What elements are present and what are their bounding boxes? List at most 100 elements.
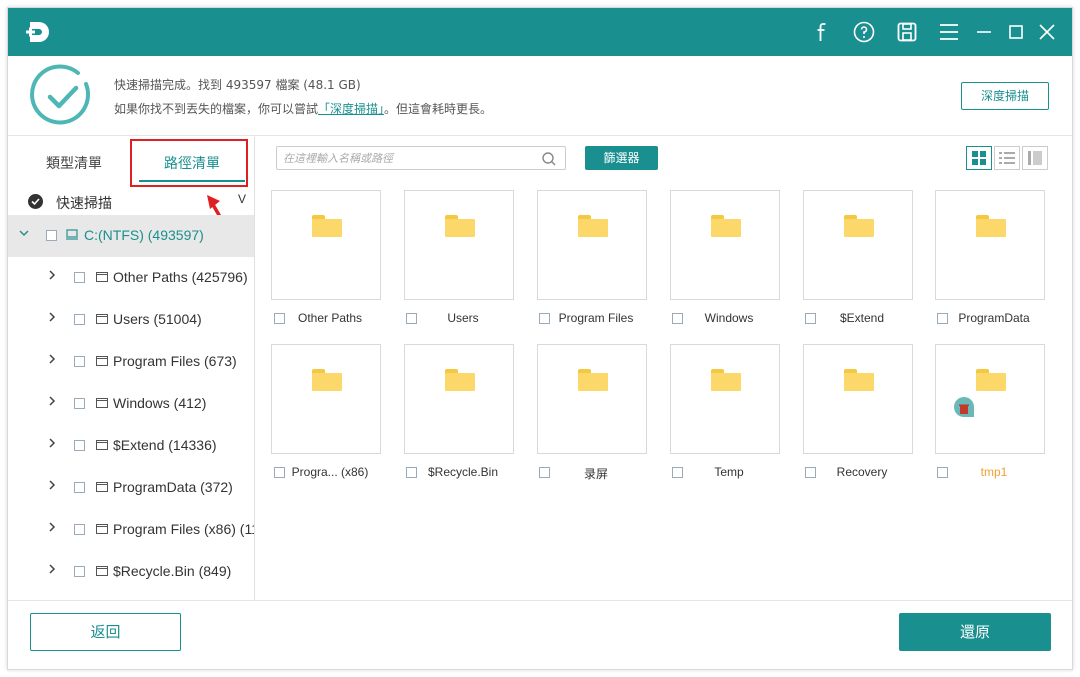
chevron-down-icon[interactable]: V <box>238 192 246 206</box>
folder-icon <box>976 215 1006 237</box>
restore-button[interactable]: 還原 <box>899 613 1051 651</box>
folder-icon <box>844 215 874 237</box>
checkbox[interactable] <box>74 524 85 535</box>
scan-summary-text: 快速掃描完成。找到 493597 檔案 (48.1 GB) <box>114 78 361 92</box>
chevron-right-icon[interactable] <box>46 563 58 578</box>
folder-outline-icon <box>96 272 108 282</box>
tree-item[interactable]: Program Files (x86) (11 <box>8 509 254 551</box>
tree-item-label: Other Paths (425796) <box>113 269 248 285</box>
folder-label: Temp <box>714 465 744 479</box>
folder-label: $Extend <box>839 311 885 325</box>
list-view-button[interactable] <box>994 146 1020 170</box>
folder-icon <box>578 369 608 391</box>
folder-label: Program Files <box>558 311 634 325</box>
quick-scan-label: 快速掃描 <box>56 196 112 212</box>
folder-icon <box>976 369 1006 391</box>
folder-icon <box>711 215 741 237</box>
folder-card[interactable] <box>271 190 381 300</box>
tree-item[interactable]: Users (51004) <box>8 299 254 341</box>
close-icon[interactable] <box>1035 20 1059 44</box>
folder-label: Other Paths <box>297 311 363 325</box>
detail-view-button[interactable] <box>1022 146 1048 170</box>
chevron-right-icon[interactable] <box>46 437 58 452</box>
chevron-down-icon[interactable] <box>18 227 30 242</box>
checkbox[interactable] <box>74 566 85 577</box>
help-icon[interactable] <box>852 20 876 44</box>
folder-label: Users <box>447 311 479 325</box>
deep-scan-link[interactable]: 「深度掃描」 <box>318 102 384 116</box>
tree-item[interactable]: Program Files (673) <box>8 341 254 383</box>
title-bar <box>8 8 1072 56</box>
chevron-right-icon[interactable] <box>46 311 58 326</box>
minimize-icon[interactable] <box>972 20 996 44</box>
checkbox[interactable] <box>74 314 85 325</box>
tree-root-drive[interactable]: C:(NTFS) (493597) <box>8 215 254 257</box>
folder-outline-icon <box>96 398 108 408</box>
folder-card[interactable] <box>404 344 514 454</box>
checkbox[interactable] <box>74 356 85 367</box>
tree-item-label: $Extend (14336) <box>113 437 217 453</box>
facebook-icon[interactable] <box>809 20 833 44</box>
folder-label: Windows <box>704 311 754 325</box>
folder-label: 录屏 <box>583 467 608 481</box>
folder-card[interactable] <box>271 344 381 454</box>
menu-icon[interactable] <box>937 20 961 44</box>
checkbox[interactable] <box>74 398 85 409</box>
checkbox[interactable] <box>46 230 57 241</box>
chevron-right-icon[interactable] <box>46 353 58 368</box>
filter-button[interactable]: 篩選器 <box>585 146 658 170</box>
deep-scan-button[interactable]: 深度掃描 <box>961 82 1049 110</box>
folder-card[interactable] <box>935 344 1045 454</box>
checkbox[interactable] <box>74 272 85 283</box>
folder-icon <box>844 369 874 391</box>
folder-card[interactable] <box>670 344 780 454</box>
tree-item[interactable]: $Extend (14336) <box>8 425 254 467</box>
tab-type-list[interactable]: 類型清單 <box>46 153 102 173</box>
checkbox[interactable] <box>74 482 85 493</box>
folder-icon <box>711 369 741 391</box>
folder-label: Progra... (x86) <box>291 465 369 479</box>
hint-prefix: 如果你找不到丟失的檔案，你可以嘗試 <box>114 102 319 116</box>
folder-outline-icon <box>96 524 108 534</box>
chevron-right-icon[interactable] <box>46 269 58 284</box>
chevron-right-icon[interactable] <box>46 521 58 536</box>
search-icon[interactable] <box>541 151 557 167</box>
tree-item-label: Program Files (673) <box>113 353 237 369</box>
folder-card[interactable] <box>537 190 647 300</box>
folder-card[interactable] <box>803 344 913 454</box>
maximize-icon[interactable] <box>1004 20 1028 44</box>
folder-icon <box>445 215 475 237</box>
list-view-icon <box>999 152 1015 164</box>
folder-icon <box>578 215 608 237</box>
drive-icon <box>66 229 78 240</box>
back-button[interactable]: 返回 <box>30 613 181 651</box>
folder-card[interactable] <box>803 190 913 300</box>
tree-item[interactable]: Windows (412) <box>8 383 254 425</box>
tree-item[interactable]: $Recycle.Bin (849) <box>8 551 254 593</box>
search-input[interactable] <box>283 150 533 167</box>
folder-label: $Recycle.Bin <box>427 465 499 479</box>
save-icon[interactable] <box>895 20 919 44</box>
tree-item[interactable]: Other Paths (425796) <box>8 257 254 299</box>
folder-outline-icon <box>96 356 108 366</box>
quick-scan-row[interactable]: 快速掃描 V <box>8 187 255 215</box>
deleted-badge-icon <box>954 397 974 417</box>
folder-card[interactable] <box>670 190 780 300</box>
search-box[interactable] <box>276 146 566 170</box>
scan-complete-check-icon <box>30 64 90 125</box>
deep-scan-hint: 如果你找不到丟失的檔案，你可以嘗試「深度掃描」。但這會耗時更長。 <box>114 100 492 117</box>
folder-icon <box>312 215 342 237</box>
grid-view-icon <box>972 151 986 165</box>
folder-card[interactable] <box>537 344 647 454</box>
tree-root-label: C:(NTFS) (493597) <box>84 227 204 243</box>
sidebar: 類型清單 路徑清單 快速掃描 V C:(NTFS) (493597) Other… <box>8 137 255 600</box>
chevron-right-icon[interactable] <box>46 395 58 410</box>
tree-item-label: $Recycle.Bin (849) <box>113 563 232 579</box>
folder-card[interactable] <box>404 190 514 300</box>
grid-view-button[interactable] <box>966 146 992 170</box>
chevron-right-icon[interactable] <box>46 479 58 494</box>
tree-item[interactable]: ProgramData (372) <box>8 467 254 509</box>
folder-card[interactable] <box>935 190 1045 300</box>
folder-outline-icon <box>96 482 108 492</box>
checkbox[interactable] <box>74 440 85 451</box>
